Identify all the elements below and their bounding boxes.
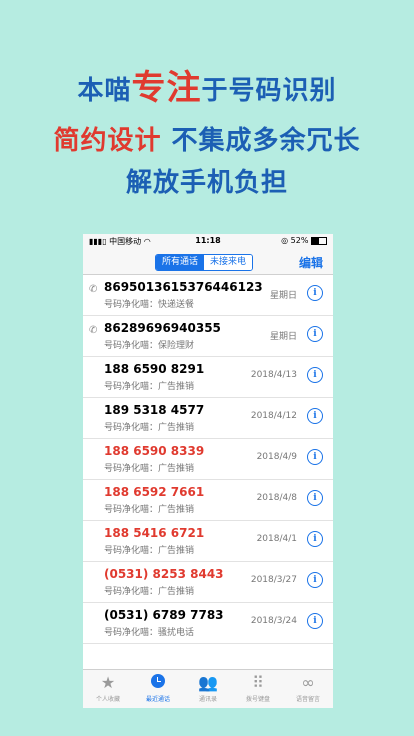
- call-row[interactable]: ✆ 8695013615376446123 号码净化喵：快递送餐 星期日 i: [83, 275, 333, 316]
- tab-clock[interactable]: 最近通话: [133, 670, 183, 708]
- call-number: (0531) 6789 7783: [104, 608, 224, 622]
- status-bar: ▮▮▮▯ 中国移动 ◠ 11:18 ◎ 52%: [83, 234, 333, 248]
- call-label: 号码净化喵：广告推销: [104, 546, 195, 556]
- call-label: 号码净化喵：广告推销: [104, 464, 195, 474]
- call-number: 188 6590 8291: [104, 362, 205, 376]
- tab-bar: ★ 个人收藏 最近通话 👥 通讯录 ⠿ 拨号键盘 ∞ 语音留言: [83, 669, 333, 708]
- info-icon[interactable]: i: [307, 531, 323, 547]
- tab-all-calls[interactable]: 所有通话: [156, 255, 205, 270]
- call-row[interactable]: ✆ 86289696940355 号码净化喵：保险理财 星期日 i: [83, 316, 333, 357]
- info-icon[interactable]: i: [307, 449, 323, 465]
- tab-voicemail[interactable]: ∞ 语音留言: [283, 670, 333, 708]
- tab-keypad[interactable]: ⠿ 拨号键盘: [233, 670, 283, 708]
- info-icon[interactable]: i: [307, 285, 323, 301]
- call-date: 星期日: [269, 291, 297, 301]
- call-date: 2018/3/27: [250, 575, 297, 585]
- call-row[interactable]: 189 5318 4577 号码净化喵：广告推销 2018/4/12 i: [83, 398, 333, 439]
- star-icon: ★: [100, 673, 116, 692]
- tab-label: 语音留言: [295, 696, 320, 703]
- tab-label: 最近通话: [145, 696, 170, 703]
- call-row[interactable]: 188 6590 8291 号码净化喵：广告推销 2018/4/13 i: [83, 357, 333, 398]
- info-icon[interactable]: i: [307, 326, 323, 342]
- call-number: 188 6590 8339: [104, 444, 205, 458]
- call-row[interactable]: 188 5416 6721 号码净化喵：广告推销 2018/4/1 i: [83, 521, 333, 562]
- call-date: 2018/4/12: [250, 411, 297, 421]
- call-row[interactable]: 188 6592 7661 号码净化喵：广告推销 2018/4/8 i: [83, 480, 333, 521]
- tab-label: 通讯录: [198, 696, 217, 703]
- headline-line2-accent: 简约设计: [53, 126, 162, 156]
- clock-icon: [133, 674, 183, 692]
- info-icon[interactable]: i: [307, 367, 323, 383]
- call-label: 号码净化喵：广告推销: [104, 587, 195, 597]
- info-icon[interactable]: i: [307, 572, 323, 588]
- keypad-icon: ⠿: [252, 673, 264, 692]
- battery-icon: [311, 236, 327, 245]
- call-number: (0531) 8253 8443: [104, 567, 224, 581]
- status-right: ◎ 52%: [281, 236, 327, 245]
- tab-missed-calls[interactable]: 未接来电: [204, 255, 253, 270]
- alarm-icon: ◎: [281, 236, 289, 245]
- call-list: ✆ 8695013615376446123 号码净化喵：快递送餐 星期日 i ✆ 86289…: [83, 275, 333, 644]
- info-icon[interactable]: i: [307, 490, 323, 506]
- edit-button[interactable]: 编辑: [299, 254, 323, 271]
- headline-line2: 简约设计 不集成多余冗长: [0, 120, 414, 157]
- call-filter-segmented: 所有通话 未接来电: [155, 254, 254, 271]
- info-icon[interactable]: i: [307, 408, 323, 424]
- tab-label: 拨号键盘: [245, 696, 270, 703]
- call-label: 号码净化喵：骚扰电话: [104, 628, 195, 638]
- headline-line3: 解放手机负担: [125, 168, 288, 198]
- call-number: 8695013615376446123: [104, 280, 263, 294]
- call-label: 号码净化喵：广告推销: [104, 505, 195, 515]
- call-label: 号码净化喵：快递送餐: [104, 300, 195, 310]
- call-number: 86289696940355: [104, 321, 221, 335]
- headline-line1-accent: 专注: [131, 68, 202, 108]
- phone-screen: ▮▮▮▯ 中国移动 ◠ 11:18 ◎ 52% 所有通话 未接来电 编辑 ✆ 86…: [83, 234, 333, 708]
- tab-star[interactable]: ★ 个人收藏: [83, 670, 133, 708]
- call-number: 189 5318 4577: [104, 403, 205, 417]
- nav-bar: 所有通话 未接来电 编辑: [83, 248, 333, 275]
- call-label: 号码净化喵：广告推销: [104, 423, 195, 433]
- call-number: 188 5416 6721: [104, 526, 205, 540]
- headline-line1-pre: 本喵: [77, 76, 132, 106]
- call-label: 号码净化喵：广告推销: [104, 382, 195, 392]
- call-row[interactable]: (0531) 8253 8443 号码净化喵：广告推销 2018/3/27 i: [83, 562, 333, 603]
- call-date: 2018/4/1: [256, 534, 297, 544]
- battery-percent: 52%: [290, 236, 309, 245]
- tab-contacts[interactable]: 👥 通讯录: [183, 670, 233, 708]
- voicemail-icon: ∞: [301, 673, 315, 692]
- call-row[interactable]: (0531) 6789 7783 号码净化喵：骚扰电话 2018/3/24 i: [83, 603, 333, 644]
- info-icon[interactable]: i: [307, 613, 323, 629]
- headline-line1-post: 于号码识别: [201, 76, 337, 106]
- call-date: 星期日: [269, 332, 297, 342]
- contacts-icon: 👥: [198, 673, 218, 692]
- call-date: 2018/4/8: [256, 493, 297, 503]
- call-row[interactable]: 188 6590 8339 号码净化喵：广告推销 2018/4/9 i: [83, 439, 333, 480]
- call-date: 2018/4/9: [256, 452, 297, 462]
- outgoing-call-icon: ✆: [89, 284, 98, 295]
- headline-line2-post: 不集成多余冗长: [171, 126, 361, 156]
- outgoing-call-icon: ✆: [89, 325, 98, 336]
- call-label: 号码净化喵：保险理财: [104, 341, 195, 351]
- call-date: 2018/4/13: [250, 370, 297, 380]
- call-number: 188 6592 7661: [104, 485, 205, 499]
- tab-label: 个人收藏: [95, 696, 120, 703]
- call-date: 2018/3/24: [250, 616, 297, 626]
- headline-line1: 本喵专注于号码识别: [0, 60, 414, 109]
